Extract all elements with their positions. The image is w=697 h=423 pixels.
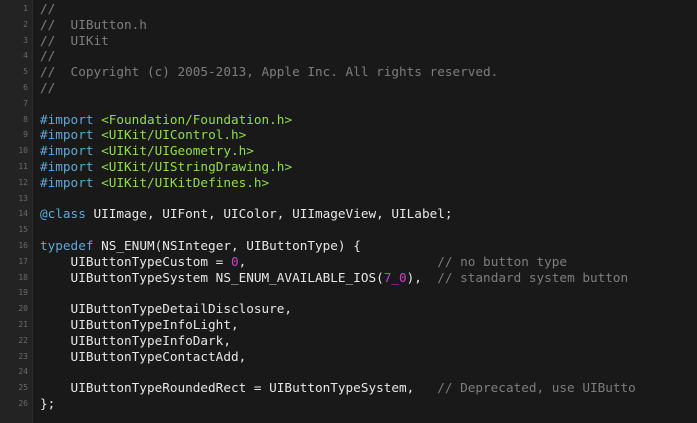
code-token-plain: UIButtonTypeCustom =	[40, 253, 231, 269]
line-number: 18	[18, 272, 28, 282]
line-number: 16	[18, 240, 28, 250]
line-number: 8	[23, 114, 28, 124]
code-token-comment: // UIButton.h	[40, 16, 147, 32]
code-token-comment: // standard system button	[437, 269, 629, 285]
code-token-comment: // no button type	[437, 253, 568, 269]
code-line[interactable]: #import <UIKit/UIStringDrawing.h>	[40, 159, 697, 175]
code-line[interactable]: #import <Foundation/Foundation.h>	[40, 112, 697, 128]
code-token-directive: #import	[40, 158, 94, 174]
code-line[interactable]: };	[40, 396, 697, 412]
code-token-plain: UIButtonTypeInfoDark,	[40, 332, 231, 348]
code-line[interactable]: UIButtonTypeCustom = 0, // no button typ…	[40, 254, 697, 270]
line-number: 4	[23, 51, 28, 61]
code-token-comment: // Deprecated, use UIButto	[437, 380, 636, 396]
line-number: 20	[18, 304, 28, 314]
code-token-string: <UIKit/UIGeometry.h>	[101, 143, 254, 159]
code-line[interactable]	[40, 191, 697, 207]
code-token-comment: // UIKit	[40, 32, 109, 48]
code-line[interactable]: // UIButton.h	[40, 17, 697, 33]
code-token-comment: //	[40, 1, 56, 16]
line-number: 15	[18, 225, 28, 235]
code-token-plain: UIButtonTypeRoundedRect = UIButtonTypeSy…	[40, 380, 438, 396]
code-token-plain: UIButtonTypeSystem NS_ENUM_AVAILABLE_IOS…	[40, 269, 384, 285]
code-token-directive: #import	[40, 127, 94, 143]
line-number-gutter: 1 2 3 4 5 6 7 8 9 10 11 12 13 14 15 16 17 18 19 20 21 22 23 24 2…	[0, 0, 33, 423]
line-number: 9	[23, 130, 28, 140]
code-token-plain: UIButtonTypeDetailDisclosure,	[40, 301, 293, 317]
line-number: 7	[23, 98, 28, 108]
code-token-string: <UIKit/UIStringDrawing.h>	[101, 158, 293, 174]
line-number: 5	[23, 67, 28, 77]
line-number: 6	[23, 82, 28, 92]
code-line[interactable]: UIButtonTypeRoundedRect = UIButtonTypeSy…	[40, 380, 697, 396]
code-token-directive: #import	[40, 143, 94, 159]
line-number: 17	[18, 256, 28, 266]
code-line[interactable]: @class UIImage, UIFont, UIColor, UIImage…	[40, 206, 697, 222]
code-line[interactable]	[40, 364, 697, 380]
code-line[interactable]: UIButtonTypeInfoDark,	[40, 333, 697, 349]
code-token-plain: UIButtonTypeContactAdd,	[40, 348, 247, 364]
line-number: 23	[18, 351, 28, 361]
code-token-directive: #import	[40, 174, 94, 190]
line-number: 12	[18, 177, 28, 187]
code-line[interactable]: //	[40, 80, 697, 96]
line-number: 10	[18, 146, 28, 156]
code-token-string: <UIKit/UIKitDefines.h>	[101, 174, 270, 190]
code-line[interactable]: //	[40, 48, 697, 64]
line-number: 25	[18, 383, 28, 393]
line-number: 3	[23, 35, 28, 45]
code-token-keyword: typedef	[40, 237, 94, 253]
line-number: 13	[18, 193, 28, 203]
code-line[interactable]	[40, 96, 697, 112]
code-token-string: <Foundation/Foundation.h>	[101, 111, 293, 127]
code-line[interactable]: #import <UIKit/UIControl.h>	[40, 127, 697, 143]
code-line[interactable]: UIButtonTypeContactAdd,	[40, 349, 697, 365]
code-token-number: 0	[230, 253, 239, 269]
code-area[interactable]: //// UIButton.h// UIKit//// Copyright (c…	[33, 0, 697, 423]
code-token-comment: // Copyright (c) 2005-2013, Apple Inc. A…	[40, 64, 499, 80]
code-token-plain: ),	[406, 269, 438, 285]
line-number: 24	[18, 367, 28, 377]
code-token-comment: //	[40, 79, 56, 95]
code-token-comment: //	[40, 48, 56, 64]
line-number: 11	[18, 161, 28, 171]
code-token-plain: NS_ENUM(NSInteger, UIButtonType) {	[93, 237, 361, 253]
code-line[interactable]: #import <UIKit/UIGeometry.h>	[40, 143, 697, 159]
code-editor[interactable]: 1 2 3 4 5 6 7 8 9 10 11 12 13 14 15 16 17 18 19 20 21 22 23 24 2…	[0, 0, 697, 423]
code-token-directive: #import	[40, 111, 94, 127]
line-number: 26	[18, 398, 28, 408]
line-number: 19	[18, 288, 28, 298]
code-token-number: 7_0	[383, 269, 407, 285]
code-line[interactable]: UIButtonTypeInfoLight,	[40, 317, 697, 333]
code-line[interactable]: UIButtonTypeDetailDisclosure,	[40, 301, 697, 317]
code-line[interactable]: //	[40, 1, 697, 17]
code-token-keyword: @class	[40, 206, 86, 222]
line-number: 2	[23, 19, 28, 29]
code-line[interactable]: // UIKit	[40, 33, 697, 49]
line-number: 22	[18, 335, 28, 345]
line-number: 21	[18, 319, 28, 329]
line-number: 14	[18, 209, 28, 219]
code-line[interactable]: #import <UIKit/UIKitDefines.h>	[40, 175, 697, 191]
code-token-plain: ,	[238, 253, 438, 269]
line-number: 1	[23, 4, 28, 13]
code-line[interactable]: typedef NS_ENUM(NSInteger, UIButtonType)…	[40, 238, 697, 254]
code-line[interactable]	[40, 222, 697, 238]
code-token-plain: UIImage, UIFont, UIColor, UIImageView, U…	[85, 206, 453, 222]
code-token-plain: UIButtonTypeInfoLight,	[40, 316, 239, 332]
code-line[interactable]: UIButtonTypeSystem NS_ENUM_AVAILABLE_IOS…	[40, 270, 697, 286]
code-line[interactable]	[40, 285, 697, 301]
code-token-string: <UIKit/UIControl.h>	[101, 127, 247, 143]
code-token-plain: };	[40, 395, 56, 411]
code-line[interactable]: // Copyright (c) 2005-2013, Apple Inc. A…	[40, 64, 697, 80]
